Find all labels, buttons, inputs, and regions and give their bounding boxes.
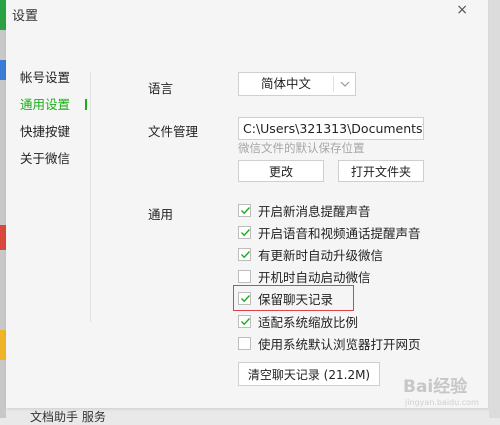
checkbox[interactable] — [238, 314, 251, 328]
background-text-fragment: 文档助手 服务 — [30, 410, 106, 424]
sidebar-item-account[interactable]: 帐号设置 — [6, 64, 92, 91]
checkbox[interactable] — [238, 269, 251, 283]
sidebar-item-about[interactable]: 关于微信 — [6, 145, 92, 172]
close-icon[interactable]: × — [456, 2, 468, 18]
sidebar-item-shortcuts[interactable]: 快捷按键 — [6, 118, 92, 145]
option-system-scaling[interactable]: 适配系统缩放比例 — [238, 312, 358, 330]
language-value: 简体中文 — [260, 76, 311, 91]
language-select[interactable]: 简体中文 — [238, 72, 356, 96]
file-path-field[interactable]: C:\Users\321313\Documents\W — [238, 117, 424, 140]
checkbox[interactable] — [238, 247, 251, 261]
open-folder-button[interactable]: 打开文件夹 — [338, 160, 424, 182]
option-auto-start[interactable]: 开机时自动启动微信 — [238, 267, 371, 285]
watermark-subtext: jingyan.baidu.com — [404, 398, 479, 407]
checkbox[interactable] — [238, 336, 251, 350]
watermark-text: Bai经验 — [403, 376, 468, 397]
clear-chat-history-button[interactable]: 清空聊天记录 (21.2M) — [238, 362, 380, 386]
sidebar-divider — [90, 72, 91, 322]
option-label: 有更新时自动升级微信 — [258, 247, 384, 263]
settings-window: 设置 × 帐号设置 通用设置 快捷按键 关于微信 语言 简体中文 文件管理 C:… — [6, 0, 489, 408]
select-separator — [333, 76, 334, 92]
option-label: 开机时自动启动微信 — [258, 269, 371, 285]
option-label: 使用系统默认浏览器打开网页 — [258, 336, 421, 352]
option-default-browser[interactable]: 使用系统默认浏览器打开网页 — [238, 334, 421, 352]
language-label: 语言 — [148, 81, 174, 96]
chevron-down-icon — [338, 75, 352, 93]
option-label: 适配系统缩放比例 — [258, 314, 359, 330]
option-new-message-sound[interactable]: 开启新消息提醒声音 — [238, 201, 371, 219]
change-path-button[interactable]: 更改 — [238, 160, 324, 182]
option-label: 开启语音和视频通话提醒声音 — [258, 225, 421, 241]
option-call-sound[interactable]: 开启语音和视频通话提醒声音 — [238, 223, 421, 241]
window-title: 设置 — [12, 9, 39, 24]
settings-sidebar: 帐号设置 通用设置 快捷按键 关于微信 — [6, 64, 92, 172]
general-label: 通用 — [148, 207, 174, 222]
baidu-watermark: Bai经验 jingyan.baidu.com — [399, 370, 499, 410]
annotation-highlight-box — [233, 285, 354, 311]
option-label: 开启新消息提醒声音 — [258, 203, 371, 219]
sidebar-item-general[interactable]: 通用设置 — [6, 91, 92, 118]
checkbox[interactable] — [238, 203, 251, 217]
option-auto-update[interactable]: 有更新时自动升级微信 — [238, 245, 383, 263]
checkbox[interactable] — [238, 225, 251, 239]
background-window-strip-right — [489, 0, 500, 418]
file-path-hint: 微信文件的默认保存位置 — [238, 141, 365, 155]
file-manage-label: 文件管理 — [148, 124, 199, 139]
